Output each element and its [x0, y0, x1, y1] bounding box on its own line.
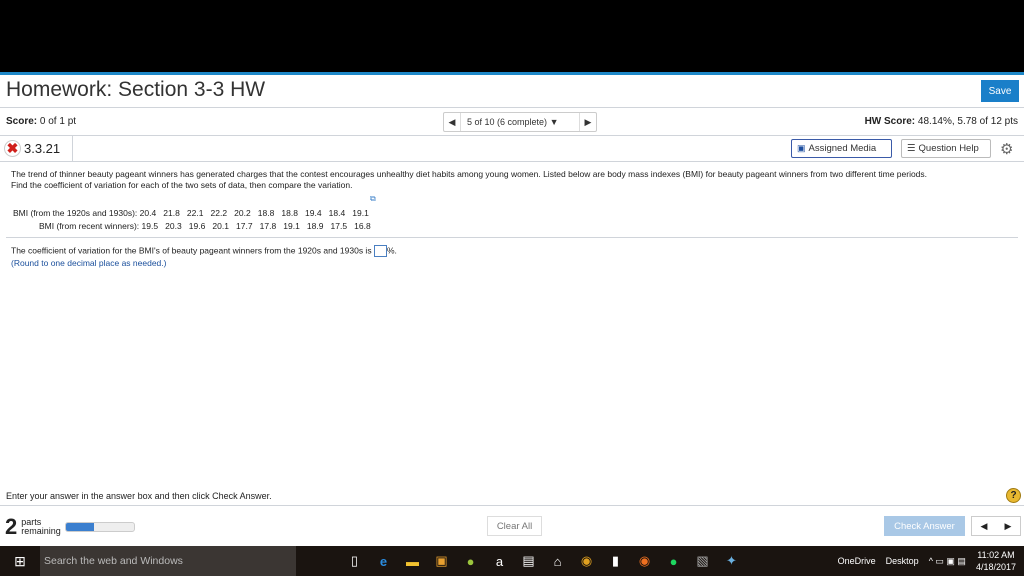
- assigned-media-button[interactable]: ▣ Assigned Media: [791, 139, 892, 158]
- hw-score: HW Score: 48.14%, 5.78 of 12 pts: [865, 116, 1018, 127]
- question-help-button[interactable]: ☰ Question Help: [901, 139, 991, 158]
- spotify-icon-2[interactable]: ●: [659, 554, 688, 569]
- divider: [0, 107, 1024, 108]
- clock[interactable]: 11:02 AM 4/18/2017: [976, 549, 1016, 573]
- save-button[interactable]: Save: [981, 80, 1019, 102]
- next-question-icon[interactable]: ▶: [580, 117, 596, 128]
- store-icon[interactable]: ▤: [514, 553, 543, 569]
- amazon-icon[interactable]: a: [485, 554, 514, 569]
- taskbar: ⊞ Search the web and Windows ▯ e ▬ ▣ ● a…: [0, 546, 1024, 576]
- browser-top-area: [0, 0, 1024, 72]
- answer-prompt: The coefficient of variation for the BMI…: [11, 245, 397, 257]
- prompt-suffix: %.: [386, 245, 397, 256]
- taskbar-search[interactable]: Search the web and Windows: [40, 546, 296, 576]
- list-icon: ☰: [907, 143, 916, 154]
- incorrect-x-icon: ✖: [4, 140, 21, 157]
- app-icon-2[interactable]: ▧: [688, 553, 717, 569]
- windows-start-icon[interactable]: ⊞: [0, 553, 40, 570]
- question-text: The trend of thinner beauty pageant winn…: [11, 169, 928, 179]
- instruction-text: Enter your answer in the answer box and …: [6, 491, 272, 501]
- check-answer-button[interactable]: Check Answer: [884, 516, 965, 536]
- prev-part-icon[interactable]: ◀: [972, 517, 996, 535]
- question-instruction: Find the coefficient of variation for ea…: [11, 180, 353, 190]
- clear-all-button[interactable]: Clear All: [487, 516, 542, 536]
- spotify-icon[interactable]: ●: [456, 554, 485, 569]
- dropdown-caret-icon: ▼: [549, 117, 559, 127]
- question-navigator: ◀ 5 of 10 (6 complete) ▼ ▶: [443, 112, 597, 132]
- data-row-1: BMI (from the 1920s and 1930s): 20.4 21.…: [13, 208, 369, 218]
- assigned-media-label: Assigned Media: [808, 143, 877, 154]
- question-progress-text: 5 of 10 (6 complete): [467, 117, 548, 127]
- help-icon[interactable]: ?: [1006, 488, 1021, 503]
- gear-icon[interactable]: ⚙: [1000, 140, 1013, 158]
- data-row-1-values: 20.4 21.8 22.1 22.2 20.2 18.8 18.8 19.4 …: [139, 208, 369, 218]
- hw-score-label: HW Score:: [864, 116, 916, 127]
- system-tray: OneDrive Desktop ^ ▭ ▣ ▤ 11:02 AM 4/18/20…: [838, 549, 1024, 573]
- divider: [0, 135, 1024, 136]
- parts-count: 2: [5, 514, 18, 539]
- file-icon[interactable]: ▮: [601, 553, 630, 569]
- remaining-label: remaining: [21, 526, 61, 536]
- rounding-hint: (Round to one decimal place as needed.): [11, 258, 167, 268]
- time: 11:02 AM: [977, 550, 1015, 560]
- divider: [0, 505, 1024, 506]
- prompt-text: The coefficient of variation for the BMI…: [11, 245, 374, 256]
- file-explorer-icon[interactable]: ▬: [398, 554, 427, 569]
- divider: [72, 136, 73, 161]
- question-number-text: 3.3.21: [24, 141, 61, 156]
- parts-remaining: 2 parts remaining: [5, 514, 135, 540]
- parts-progress-bar: [64, 522, 135, 532]
- next-part-icon[interactable]: ▶: [996, 517, 1020, 535]
- prev-question-icon[interactable]: ◀: [444, 117, 460, 128]
- tray-expand-icon[interactable]: ^ ▭ ▣ ▤: [929, 556, 966, 567]
- question-dropdown[interactable]: 5 of 10 (6 complete) ▼: [460, 113, 580, 131]
- app-icon[interactable]: ▣: [427, 553, 456, 569]
- question-number: ✖ 3.3.21: [4, 140, 60, 157]
- data-row-2-label: BMI (from recent winners):: [39, 221, 140, 231]
- score-value: 0 of 1 pt: [39, 116, 77, 127]
- progress-fill: [65, 523, 95, 531]
- app-icon-3[interactable]: ✦: [717, 553, 746, 569]
- score: Score: 0 of 1 pt: [6, 116, 76, 127]
- part-navigator: ◀ ▶: [971, 516, 1021, 536]
- data-row-2: BMI (from recent winners): 19.5 20.3 19.…: [39, 221, 371, 231]
- hw-score-value: 48.14%, 5.78 of 12 pts: [917, 116, 1018, 127]
- onedrive-toolbar[interactable]: OneDrive: [838, 556, 876, 566]
- divider: [6, 237, 1018, 238]
- question-help-label: Question Help: [918, 143, 979, 154]
- page-title: Homework: Section 3-3 HW: [6, 78, 266, 101]
- header-accent-line: [0, 72, 1024, 75]
- date: 4/18/2017: [975, 562, 1016, 572]
- answer-input[interactable]: [373, 245, 387, 257]
- divider: [0, 161, 1024, 162]
- copy-data-icon[interactable]: ⧉: [370, 194, 376, 204]
- score-label: Score:: [6, 116, 38, 127]
- desktop-toolbar[interactable]: Desktop: [886, 556, 919, 566]
- firefox-icon[interactable]: ◉: [630, 553, 659, 569]
- data-row-1-label: BMI (from the 1920s and 1930s):: [13, 208, 138, 218]
- data-row-2-values: 19.5 20.3 19.6 20.1 17.7 17.8 19.1 18.9 …: [141, 221, 371, 231]
- chrome-icon[interactable]: ◉: [572, 553, 601, 569]
- edge-icon[interactable]: e: [369, 554, 398, 569]
- home-icon[interactable]: ⌂: [543, 554, 572, 569]
- task-view-icon[interactable]: ▯: [340, 553, 369, 569]
- media-icon: ▣: [797, 143, 806, 153]
